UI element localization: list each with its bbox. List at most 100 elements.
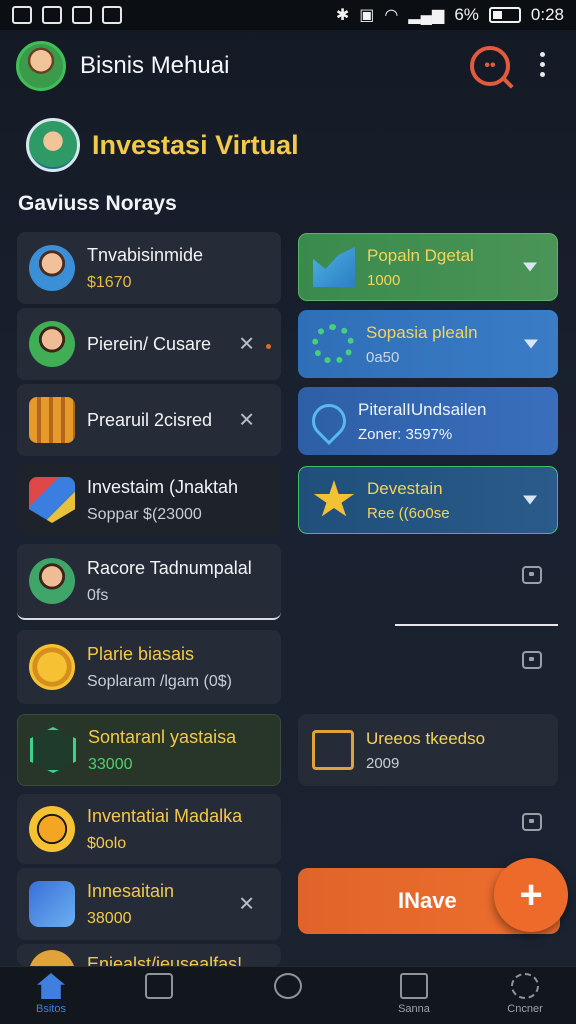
app-title: Bisnis Mehuai: [80, 52, 230, 79]
card-value: 0a50: [366, 348, 400, 366]
list-item[interactable]: Inventatiai Madalka $0olo: [17, 794, 281, 864]
banner: Investasi Virtual: [26, 118, 299, 172]
item-name: Prearuil 2cisred: [87, 409, 213, 430]
cycle-icon: [312, 324, 354, 364]
home-icon: [37, 973, 65, 999]
expand-icon[interactable]: [522, 651, 542, 669]
item-icon: [29, 950, 75, 966]
item-name: Pierein/ Cusare: [87, 333, 212, 354]
clock: 0:28: [530, 5, 564, 24]
card-name: Sopasia plealn: [366, 322, 478, 342]
card-value: 2009: [366, 754, 400, 772]
item-name: Eniealst/jeusealfas!: [87, 954, 243, 966]
alert-dot-icon: [266, 344, 271, 349]
person-avatar-icon: [29, 245, 75, 291]
close-icon[interactable]: ✕: [238, 892, 255, 917]
nav-label: Bsitos: [36, 1003, 66, 1015]
portfolio-card[interactable]: Ureeos tkeedso 2009: [298, 714, 558, 786]
hexagon-icon: [30, 727, 76, 773]
primary-action-label: INave: [398, 888, 457, 913]
heart-shield-icon: [304, 396, 354, 446]
list-item[interactable]: Racore Tadnumpalal 0fs: [17, 544, 281, 620]
dropdown-arrow-icon[interactable]: [523, 262, 537, 272]
section-title: Gaviuss Norays: [18, 192, 177, 215]
bottom-nav: Bsitos Sanna Cncner: [0, 966, 576, 1024]
portfolio-card[interactable]: PiteralIUndsailen Zoner: 3597%: [298, 387, 558, 455]
image-icon: [42, 6, 62, 24]
nav-label: Cncner: [507, 1003, 543, 1015]
star-icon: [313, 480, 355, 517]
expand-icon[interactable]: [522, 566, 542, 584]
item-value: 0fs: [87, 586, 109, 604]
chat-icon: [145, 973, 173, 999]
item-value: 38000: [87, 909, 132, 927]
item-value: $1670: [87, 273, 132, 291]
nav-label: Sanna: [398, 1003, 430, 1015]
item-value: 33000: [88, 755, 133, 773]
item-value: $0olo: [87, 834, 127, 852]
list-item[interactable]: Sontaranl yastaisa 33000: [17, 714, 281, 786]
gallery-icon: [12, 6, 32, 24]
search-icon[interactable]: ••: [470, 46, 510, 86]
card-value: Ree ((6o0se: [367, 504, 450, 522]
nav-item-settings[interactable]: Cncner: [480, 973, 570, 1015]
card-value: 1000: [367, 271, 401, 289]
portfolio-card[interactable]: Devestain Ree ((6o0se: [298, 466, 558, 534]
folder-icon: [400, 973, 428, 999]
item-value: Soplaram /lgam (0$): [87, 672, 232, 690]
portfolio-card[interactable]: Popaln Dgetal 1000: [298, 233, 558, 301]
person-avatar-icon: [29, 558, 75, 604]
list-item[interactable]: Plarie biasais Soplaram /lgam (0$): [17, 630, 281, 704]
list-item[interactable]: Innesaitain 38000 ✕: [17, 868, 281, 940]
list-item[interactable]: Tnvabisinmide $1670: [17, 232, 281, 304]
gear-icon: [511, 973, 539, 999]
investor-badge-icon: [26, 118, 80, 172]
dropdown-arrow-icon[interactable]: [524, 339, 538, 349]
item-name: Tnvabisinmide: [87, 244, 204, 265]
battery-icon: [488, 7, 521, 23]
nav-item-chat[interactable]: [114, 973, 204, 1003]
dropdown-arrow-icon[interactable]: [523, 495, 537, 505]
list-item[interactable]: Pierein/ Cusare ✕: [17, 308, 281, 380]
shield-icon: [29, 477, 75, 523]
divider: [395, 624, 558, 626]
handshake-icon: [29, 881, 75, 927]
item-value: Soppar $(23000: [87, 505, 202, 523]
card-name: Ureeos tkeedso: [366, 728, 486, 748]
bluetooth-icon: ✱: [335, 7, 350, 24]
close-icon[interactable]: ✕: [238, 332, 255, 357]
item-name: Inventatiai Madalka: [87, 805, 243, 826]
more-options-icon[interactable]: [540, 52, 546, 77]
item-name: Investaim (Jnaktah: [87, 476, 239, 497]
card-name: PiteralIUndsailen: [358, 399, 487, 419]
battery-percent: 6%: [454, 5, 479, 24]
nav-item-center[interactable]: [243, 973, 333, 1003]
expand-icon[interactable]: [522, 813, 542, 831]
card-name: Popaln Dgetal: [367, 245, 474, 265]
circle-icon: [274, 973, 302, 999]
notification-icon: [102, 6, 122, 24]
chart-up-icon: [313, 247, 355, 287]
item-name: Innesaitain: [87, 880, 175, 901]
list-item[interactable]: Prearuil 2cisred ✕: [17, 384, 281, 456]
nav-item-folder[interactable]: Sanna: [369, 973, 459, 1015]
wifi-icon: ◠: [384, 7, 399, 24]
app-header: Bisnis Mehuai ••: [0, 30, 576, 102]
portfolio-card[interactable]: Sopasia plealn 0a50: [298, 310, 558, 378]
profile-avatar[interactable]: [16, 41, 66, 91]
item-name: Racore Tadnumpalal: [87, 557, 252, 578]
card-value: Zoner: 3597%: [358, 425, 453, 443]
item-name: Sontaranl yastaisa: [88, 726, 237, 747]
list-item[interactable]: Investaim (Jnaktah Soppar $(23000: [17, 464, 281, 536]
dollar-coin-icon: [29, 806, 75, 852]
nav-item-home[interactable]: Bsitos: [6, 973, 96, 1015]
building-icon: [29, 397, 75, 443]
add-button[interactable]: +: [494, 858, 568, 932]
nfc-icon: ▣: [359, 7, 375, 24]
signal-icon: ▂▄▆: [408, 7, 445, 24]
list-item[interactable]: Eniealst/jeusealfas!: [17, 944, 281, 966]
coin-icon: [29, 644, 75, 690]
card-name: Devestain: [367, 478, 443, 498]
banner-title: Investasi Virtual: [92, 129, 299, 160]
close-icon[interactable]: ✕: [238, 408, 255, 433]
